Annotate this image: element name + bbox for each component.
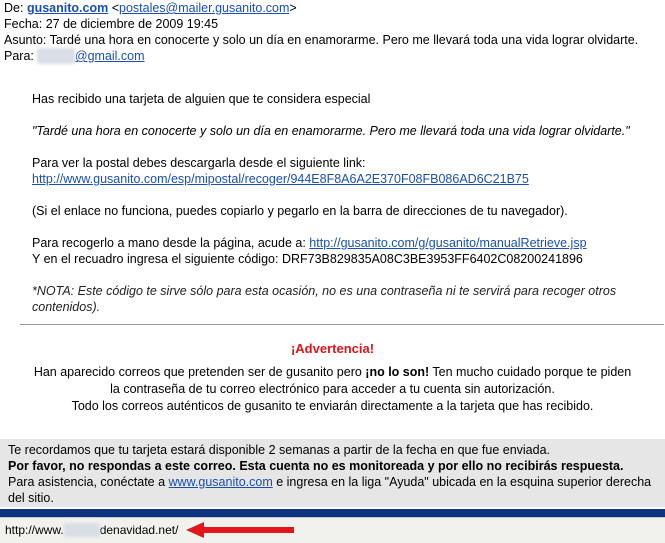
- status-url-prefix: http://www.: [5, 523, 64, 537]
- code-row: Y en el recuadro ingresa el siguiente có…: [32, 251, 657, 267]
- date-label: Fecha:: [4, 17, 43, 31]
- to-label: Para:: [4, 49, 34, 63]
- recipient-email-link[interactable]: xxxxxx@gmail.com: [37, 48, 145, 64]
- note-text: *NOTA: Este código te sirve sólo para es…: [32, 284, 617, 314]
- warning-line-1: Han aparecido correos que pretenden ser …: [0, 364, 665, 381]
- from-label: De:: [4, 1, 24, 15]
- intro-text: Has recibido una tarjeta de alguien que …: [32, 92, 371, 106]
- postcard-link[interactable]: http://www.gusanito.com/esp/mipostal/rec…: [32, 171, 657, 187]
- red-arrow-icon: [186, 522, 294, 538]
- status-url-suffix: denavidad.net/: [99, 523, 179, 537]
- subject-row: Asunto: Tardé una hora en conocerte y so…: [4, 32, 664, 48]
- blue-divider-bar: [0, 509, 665, 517]
- email-header: De: gusanito.com <postales@mailer.gusani…: [4, 0, 664, 64]
- download-text: Para ver la postal debes descargarla des…: [32, 156, 366, 170]
- redacted-domain: xxxxxx: [63, 523, 100, 537]
- date-row: Fecha: 27 de diciembre de 2009 19:45: [4, 16, 664, 32]
- copy-hint: (Si el enlace no funciona, puedes copiar…: [32, 204, 568, 218]
- angle-open: <: [111, 1, 119, 15]
- angle-close: >: [289, 1, 297, 15]
- download-instruction: Para ver la postal debes descargarla des…: [32, 155, 657, 187]
- warning-title: ¡Advertencia!: [290, 341, 375, 356]
- status-url: http://www.xxxxxxdenavidad.net/: [5, 523, 178, 537]
- code-text: Y en el recuadro ingresa el siguiente có…: [32, 252, 279, 266]
- warning-emphasis: ¡no lo son!: [365, 365, 430, 379]
- warning-section: ¡Advertencia! Han aparecido correos que …: [0, 340, 665, 415]
- from-row: De: gusanito.com <postales@mailer.gusani…: [4, 0, 664, 16]
- recipient-domain: @gmail.com: [74, 49, 145, 63]
- warning-line-2: la contraseña de tu correo electrónico p…: [110, 382, 555, 396]
- browser-status-bar: http://www.xxxxxxdenavidad.net/: [0, 517, 665, 543]
- manual-retrieve-link[interactable]: http://gusanito.com/g/gusanito/manualRet…: [309, 236, 586, 250]
- warning-line-3: Todo los correos auténticos de gusanito …: [71, 399, 594, 413]
- subject-label: Asunto:: [4, 33, 47, 47]
- footer-line-2: Por favor, no respondas a este correo. E…: [8, 459, 624, 473]
- retrieval-code: DRF73B829835A08C3BE3953FF6402C0820024189…: [281, 252, 583, 266]
- subject-value: Tardé una hora en conocerte y solo un dí…: [49, 33, 639, 47]
- footer-notice: Te recordamos que tu tarjeta estará disp…: [0, 439, 665, 507]
- quote-text: "Tardé una hora en conocerte y solo un d…: [32, 124, 630, 138]
- footer-line-3: Para asistencia, conéctate a www.gusanit…: [8, 474, 663, 506]
- to-row: Para: xxxxxx@gmail.com: [4, 48, 664, 64]
- redacted-username: xxxxxx: [37, 48, 75, 64]
- manual-row: Para recogerlo a mano desde la página, a…: [32, 235, 657, 251]
- warning-line1-post: Ten mucho cuidado porque te piden: [432, 365, 632, 379]
- footer-line-1: Te recordamos que tu tarjeta estará disp…: [8, 443, 551, 457]
- sender-email-link[interactable]: postales@mailer.gusanito.com: [119, 1, 289, 15]
- footer-line3-pre: Para asistencia, conéctate a: [8, 475, 166, 489]
- date-value: 27 de diciembre de 2009 19:45: [45, 17, 219, 31]
- content-divider: [20, 324, 664, 325]
- manual-instructions: Para recogerlo a mano desde la página, a…: [32, 235, 657, 267]
- warning-line1-pre: Han aparecido correos que pretenden ser …: [33, 365, 362, 379]
- sender-name-link[interactable]: gusanito.com: [27, 1, 108, 15]
- manual-text: Para recogerlo a mano desde la página, a…: [32, 236, 306, 250]
- gusanito-site-link[interactable]: www.gusanito.com: [169, 475, 273, 489]
